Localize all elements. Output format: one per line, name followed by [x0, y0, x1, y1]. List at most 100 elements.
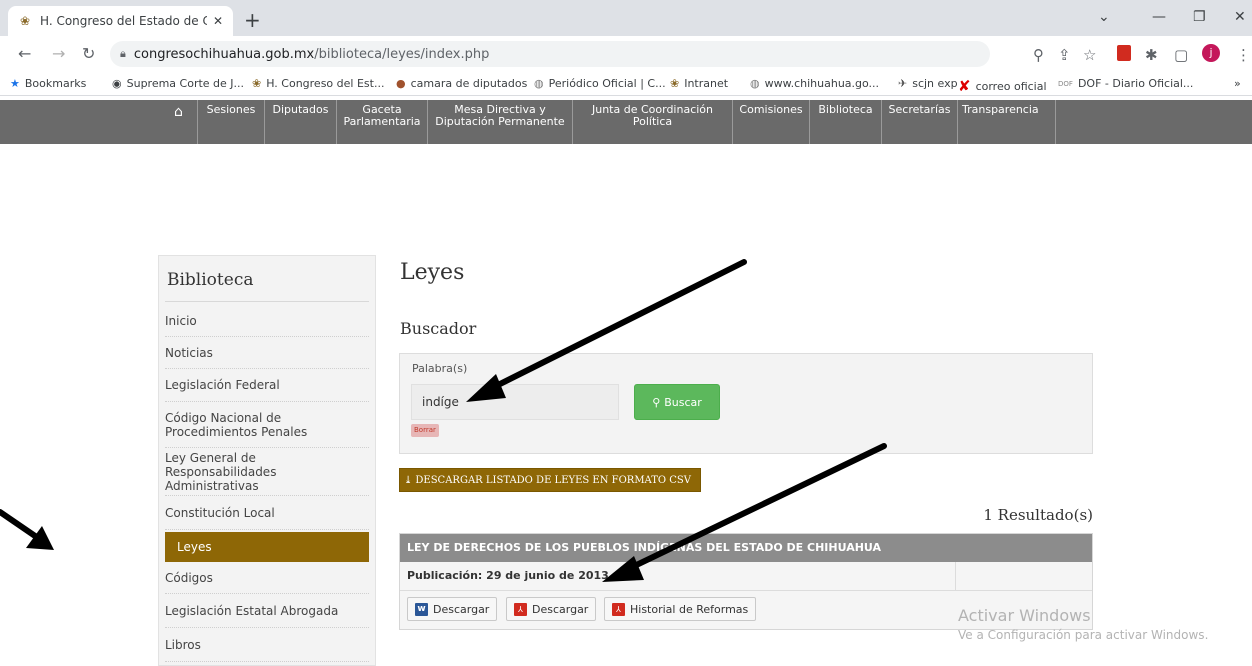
- restore-icon[interactable]: ❐: [1193, 9, 1206, 25]
- bookmark-star-icon[interactable]: ☆: [1083, 46, 1096, 64]
- bookmark-item[interactable]: ● camara de diputados: [396, 77, 527, 90]
- bookmark-item[interactable]: ★ Bookmarks: [10, 77, 86, 90]
- sidebar-item-noticias[interactable]: Noticias: [165, 337, 369, 369]
- download-icon: ⤓: [404, 474, 413, 486]
- nav-item-transparencia[interactable]: Transparencia: [958, 100, 1056, 144]
- search-input[interactable]: [411, 384, 619, 420]
- download-pdf-button[interactable]: ⅄ Descargar: [506, 597, 597, 621]
- browser-tab[interactable]: ❀ H. Congreso del Estado de Chihu ✕: [8, 6, 233, 36]
- zoom-icon[interactable]: ⚲: [1033, 46, 1044, 64]
- tab-title: H. Congreso del Estado de Chihu: [40, 14, 207, 28]
- lock-icon[interactable]: 🔒︎: [120, 47, 126, 61]
- bookmark-item[interactable]: ❀ Intranet: [670, 77, 728, 90]
- close-window-icon[interactable]: ✕: [1234, 9, 1246, 25]
- bookmark-item[interactable]: ◉ Suprema Corte de J...: [112, 77, 244, 90]
- bookmark-item[interactable]: ◍ www.chihuahua.go...: [750, 77, 879, 90]
- clear-button[interactable]: Borrar: [411, 424, 439, 437]
- search-panel: Palabra(s) ⚲ Buscar Borrar: [399, 353, 1093, 454]
- back-icon[interactable]: ←: [18, 44, 31, 63]
- bookmark-label: scjn exp: [912, 77, 958, 90]
- bookmark-item[interactable]: ◍ Periódico Oficial | C...: [534, 77, 666, 90]
- pdf-extension-icon[interactable]: [1117, 45, 1131, 61]
- nav-item-secretarias[interactable]: Secretarías: [882, 100, 958, 144]
- nav-item-mesa-directiva[interactable]: Mesa Directiva y Diputación Permanente: [428, 100, 573, 144]
- globe-icon: ◉: [112, 77, 122, 90]
- shield-icon: ◍: [534, 77, 544, 90]
- address-bar-row: ← → ↻ 🔒︎ congresochihuahua.gob.mx/biblio…: [0, 36, 1252, 72]
- site-favicon-icon: ❀: [19, 14, 31, 28]
- bookmark-label: H. Congreso del Est...: [266, 77, 385, 90]
- bookmark-label: Bookmarks: [24, 77, 87, 90]
- download-word-button[interactable]: w Descargar: [407, 597, 498, 621]
- download-word-label: Descargar: [433, 602, 490, 616]
- bookmark-label: Suprema Corte de J...: [126, 77, 245, 90]
- sidebar-item-libros[interactable]: Libros: [165, 628, 369, 662]
- site-main-nav: ⌂ Sesiones Diputados Gaceta Parlamentari…: [0, 100, 1252, 144]
- sidebar-item-leyes[interactable]: Leyes: [165, 532, 369, 562]
- sidebar-item-codigos[interactable]: Códigos: [165, 562, 369, 594]
- download-csv-button[interactable]: ⤓ DESCARGAR LISTADO DE LEYES EN FORMATO …: [399, 468, 701, 492]
- star-icon: ★: [10, 77, 20, 90]
- search-button-label: Buscar: [664, 395, 702, 409]
- windows-activation-title: Activar Windows: [958, 606, 1091, 625]
- annotation-arrow-sidebar: [0, 509, 41, 541]
- sidebar-item-codigo-nacional[interactable]: Código Nacional de Procedimientos Penale…: [165, 402, 369, 448]
- sidebar-title: Biblioteca: [167, 270, 254, 290]
- address-input[interactable]: 🔒︎ congresochihuahua.gob.mx/biblioteca/l…: [110, 41, 990, 67]
- address-path: /biblioteca/leyes/index.php: [314, 46, 490, 62]
- close-tab-icon[interactable]: ✕: [213, 14, 223, 28]
- sidebar-item-constitucion-local[interactable]: Constitución Local: [165, 496, 369, 530]
- word-icon: w: [415, 602, 428, 616]
- share-icon[interactable]: ⇪: [1058, 46, 1071, 64]
- home-icon[interactable]: ⌂: [160, 100, 198, 144]
- results-count: 1 Resultado(s): [983, 506, 1093, 524]
- page-title: Leyes: [400, 260, 465, 285]
- search-section-title: Buscador: [400, 319, 477, 338]
- bookmark-item[interactable]: ✘ correo oficial: [958, 77, 1047, 95]
- bookmark-item[interactable]: ❀ H. Congreso del Est...: [252, 77, 384, 90]
- shield-icon: ◍: [750, 77, 760, 90]
- intranet-favicon-icon: ❀: [670, 77, 680, 90]
- dof-favicon-icon: DOF: [1058, 79, 1073, 88]
- congreso-favicon-icon: ❀: [252, 77, 262, 90]
- new-tab-button[interactable]: +: [244, 8, 261, 32]
- sidebar-item-legislacion-abrogada[interactable]: Legislación Estatal Abrogada: [165, 594, 369, 628]
- minimize-icon[interactable]: —: [1152, 9, 1166, 25]
- nav-item-sesiones[interactable]: Sesiones: [198, 100, 265, 144]
- search-label: Palabra(s): [412, 362, 468, 375]
- bookmark-item[interactable]: DOF DOF - Diario Oficial...: [1058, 77, 1193, 90]
- extensions-icon[interactable]: ✱: [1145, 46, 1158, 64]
- bookmark-label: camara de diputados: [410, 77, 528, 90]
- nav-item-gaceta[interactable]: Gaceta Parlamentaria: [337, 100, 428, 144]
- side-panel-icon[interactable]: ▢: [1174, 46, 1188, 64]
- result-empty-cell: [956, 562, 1092, 590]
- profile-avatar[interactable]: j: [1202, 44, 1220, 62]
- result-publication-date: Publicación: 29 de junio de 2013: [400, 562, 956, 590]
- nav-item-junta[interactable]: Junta de Coordinación Política: [573, 100, 733, 144]
- biblioteca-sidebar: Biblioteca Inicio Noticias Legislación F…: [158, 255, 376, 666]
- bookmark-label: Periódico Oficial | C...: [548, 77, 666, 90]
- sidebar-item-ley-general[interactable]: Ley General de Responsabilidades Adminis…: [165, 448, 369, 496]
- result-title[interactable]: LEY DE DERECHOS DE LOS PUEBLOS INDÍGENAS…: [400, 534, 1092, 562]
- sidebar-item-legislacion-federal[interactable]: Legislación Federal: [165, 369, 369, 402]
- reload-icon[interactable]: ↻: [82, 44, 95, 63]
- forward-icon[interactable]: →: [52, 44, 65, 63]
- divider: [165, 301, 369, 302]
- search-button[interactable]: ⚲ Buscar: [634, 384, 720, 420]
- bookmark-item[interactable]: ✈ scjn exp: [898, 77, 958, 90]
- chevron-down-icon[interactable]: ⌄: [1098, 9, 1110, 25]
- nav-item-diputados[interactable]: Diputados: [265, 100, 337, 144]
- pdf-icon: ⅄: [612, 602, 625, 616]
- scjn-favicon-icon: ✈: [898, 77, 908, 90]
- reform-history-button[interactable]: ⅄ Historial de Reformas: [604, 597, 757, 621]
- bookmarks-overflow-button[interactable]: »: [1234, 77, 1241, 90]
- sidebar-item-inicio[interactable]: Inicio: [165, 305, 369, 337]
- nav-item-comisiones[interactable]: Comisiones: [733, 100, 810, 144]
- nav-item-biblioteca[interactable]: Biblioteca: [810, 100, 882, 144]
- download-csv-label: DESCARGAR LISTADO DE LEYES EN FORMATO CS…: [415, 474, 692, 486]
- bookmark-label: www.chihuahua.go...: [764, 77, 880, 90]
- menu-icon[interactable]: ⋮: [1236, 46, 1251, 64]
- bookmark-label: DOF - Diario Oficial...: [1077, 77, 1194, 90]
- browser-tab-bar: ❀ H. Congreso del Estado de Chihu ✕ + ⌄ …: [0, 0, 1252, 36]
- address-host: congresochihuahua.gob.mx: [133, 46, 315, 62]
